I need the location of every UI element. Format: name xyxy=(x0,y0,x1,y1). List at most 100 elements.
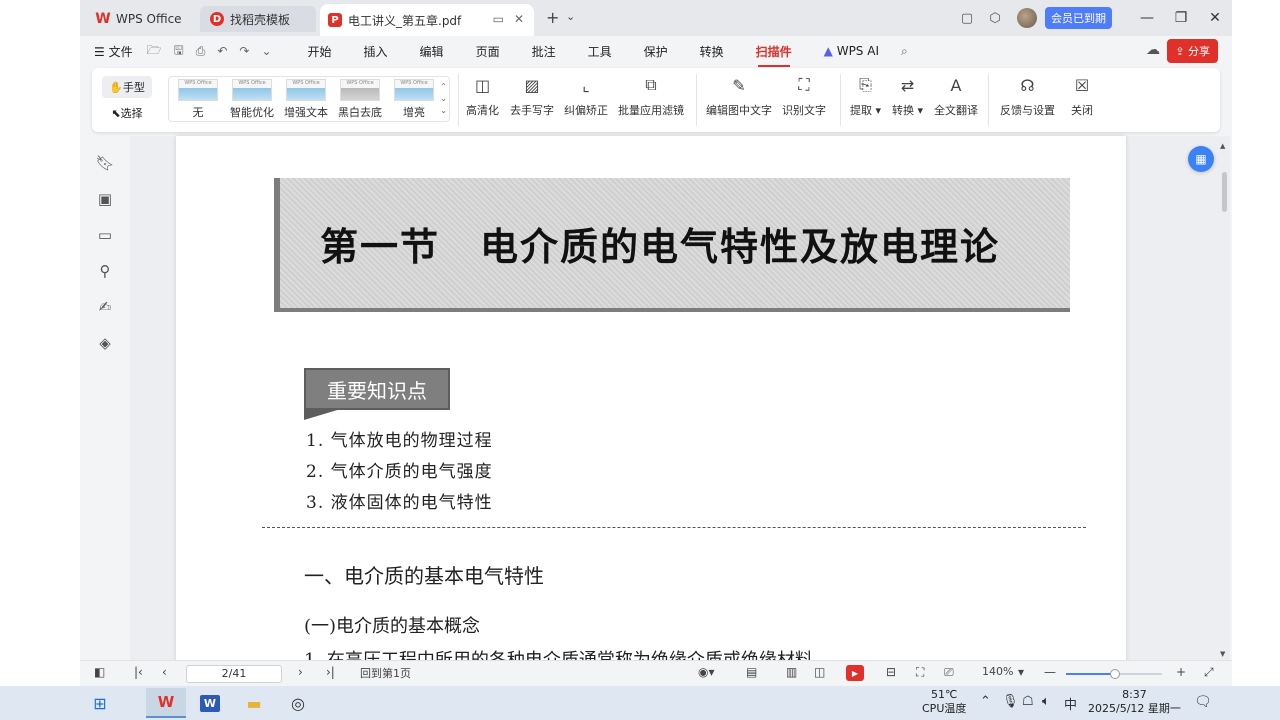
scroll-thumb[interactable] xyxy=(1222,172,1227,212)
window-layout-icon[interactable]: ▢ xyxy=(953,11,981,26)
zoom-level[interactable]: 140% xyxy=(982,665,1013,678)
zoom-out-icon[interactable]: — xyxy=(1044,665,1056,679)
start-button[interactable]: ⊞ xyxy=(80,688,120,718)
taskbar-wps[interactable]: W xyxy=(146,688,186,718)
cloud-upload-icon[interactable]: ☁ xyxy=(1146,42,1160,58)
attachment-icon[interactable]: ⚲ xyxy=(95,262,115,282)
search-icon[interactable]: ⌕ xyxy=(895,44,914,59)
filter-smart-optimize[interactable]: WPS Office 智能优化 xyxy=(225,79,279,120)
single-page-icon[interactable]: ▤ xyxy=(746,665,757,679)
float-tool-button[interactable]: ▦ xyxy=(1188,146,1214,172)
filter-bw[interactable]: WPS Office 黑白去底 xyxy=(333,79,387,120)
chevron-down-icon[interactable]: ⌄ xyxy=(566,10,575,23)
extract-button[interactable]: ⎘ 提取 ▾ xyxy=(850,74,881,118)
edit-image-text-button[interactable]: ✎ 编辑图中文字 xyxy=(706,74,772,118)
menu-comment[interactable]: 批注 xyxy=(516,43,572,60)
close-scan-button[interactable]: ☒ 关闭 xyxy=(1070,74,1094,118)
volume-icon[interactable]: 🔈︎ xyxy=(1042,694,1050,709)
translate-button[interactable]: A 全文翻译 xyxy=(934,74,978,118)
redo-icon[interactable]: ↷ xyxy=(233,44,255,58)
two-page-icon[interactable]: ◫ xyxy=(814,665,825,679)
save-icon[interactable]: 🖫 xyxy=(167,41,189,62)
tab-document[interactable]: P 电工讲义_第五章.pdf ▭ ✕ xyxy=(320,4,534,36)
gallery-scroll-icon[interactable]: ⌃ ⌄ ⌄ xyxy=(440,81,447,117)
new-tab-icon[interactable]: + xyxy=(546,8,559,27)
taskbar-word[interactable]: W xyxy=(190,688,230,718)
play-button[interactable]: ▶ xyxy=(846,665,864,681)
menu-tools[interactable]: 工具 xyxy=(572,43,628,60)
comment-icon[interactable]: ▭ xyxy=(95,226,115,246)
screen-icon[interactable]: ⎚ xyxy=(944,665,954,680)
menu-home[interactable]: 开始 xyxy=(292,43,348,60)
filter-none[interactable]: WPS Office 无 xyxy=(171,79,225,120)
vertical-scrollbar[interactable]: ▲ ▼ xyxy=(1220,140,1230,660)
menu-file[interactable]: ☰ 文件 xyxy=(80,43,141,60)
cube-icon[interactable]: ⬡ xyxy=(981,11,1009,26)
open-folder-icon[interactable]: 🗁 xyxy=(141,41,168,62)
network-icon[interactable]: ☖ xyxy=(1022,694,1034,709)
member-badge[interactable]: 会员已到期 xyxy=(1045,7,1112,29)
bookmark-icon[interactable]: 🔖︎ xyxy=(95,154,115,174)
layers-icon[interactable]: ◈ xyxy=(95,334,115,354)
ocr-button[interactable]: ⛶ 识别文字 xyxy=(782,74,826,118)
zoom-slider[interactable] xyxy=(1066,669,1162,679)
remove-handwriting-button[interactable]: ▨ 去手写字 xyxy=(510,74,554,118)
avatar[interactable] xyxy=(1017,8,1037,28)
select-mode-button[interactable]: ⬉ 选择 xyxy=(102,102,152,124)
document-viewport[interactable]: 第一节 电介质的电气特性及放电理论 重要知识点 1. 气体放电的物理过程 2. … xyxy=(130,136,1230,676)
tab-template[interactable]: D 找稻壳模板 xyxy=(200,6,316,32)
restore-button[interactable]: ❐ xyxy=(1164,10,1198,26)
close-window-button[interactable]: ✕ xyxy=(1198,10,1232,26)
quick-access-dropdown-icon[interactable]: ⌄ xyxy=(255,44,277,58)
page-number-input[interactable]: 2/41 xyxy=(186,665,282,683)
signature-icon[interactable]: ✍ xyxy=(95,298,115,318)
sidebar-toggle-icon[interactable]: ◧ xyxy=(94,665,105,679)
deskew-button[interactable]: ⌞ 纠偏矫正 xyxy=(564,74,608,118)
taskbar-file-explorer[interactable]: ▬ xyxy=(234,688,274,718)
tab-wps-home[interactable]: W WPS Office xyxy=(95,6,181,32)
hd-button[interactable]: ◫ 高清化 xyxy=(466,74,499,118)
menu-wps-ai[interactable]: ▲ WPS AI xyxy=(808,44,895,58)
fit-width-icon[interactable]: ⊟ xyxy=(886,665,896,679)
menu-edit[interactable]: 编辑 xyxy=(404,43,460,60)
hand-mode-button[interactable]: ✋ 手型 xyxy=(102,76,152,98)
zoom-slider-knob[interactable] xyxy=(1110,669,1120,679)
feedback-button[interactable]: ☊ 反馈与设置 xyxy=(1000,74,1055,118)
menu-insert[interactable]: 插入 xyxy=(348,43,404,60)
taskbar-obs[interactable]: ◎ xyxy=(278,688,318,718)
share-button[interactable]: ⇪ 分享 xyxy=(1167,39,1218,63)
eye-icon[interactable]: ◉▾ xyxy=(698,665,715,679)
menu-scan[interactable]: 扫描件 xyxy=(740,43,808,67)
ime-indicator[interactable]: 中 xyxy=(1064,694,1077,713)
filter-enhance-text[interactable]: WPS Office 增强文本 xyxy=(279,79,333,120)
filter-brighten[interactable]: WPS Office 增亮 xyxy=(387,79,441,120)
scroll-up-icon[interactable]: ▲ xyxy=(1220,142,1225,150)
batch-filter-button[interactable]: ⧉ 批量应用滤镜 xyxy=(618,74,684,118)
menu-page[interactable]: 页面 xyxy=(460,43,516,60)
cpu-temperature[interactable]: 51℃ CPU温度 xyxy=(922,688,966,716)
first-page-icon[interactable]: |‹ xyxy=(134,665,143,679)
undo-icon[interactable]: ↶ xyxy=(211,44,233,58)
next-page-icon[interactable]: › xyxy=(298,665,303,679)
fullscreen-icon[interactable]: ⤢ xyxy=(1204,665,1214,680)
last-page-icon[interactable]: ›| xyxy=(326,665,335,679)
menu-protect[interactable]: 保护 xyxy=(628,43,684,60)
minimize-button[interactable]: — xyxy=(1130,10,1164,26)
notification-icon[interactable]: 🗨︎ xyxy=(1194,694,1212,710)
tray-expand-icon[interactable]: ⌃ xyxy=(980,694,991,709)
menu-convert[interactable]: 转换 xyxy=(684,43,740,60)
print-icon[interactable]: ⎙ xyxy=(190,44,212,59)
thumbnail-icon[interactable]: ▣ xyxy=(95,190,115,210)
scroll-down-icon[interactable]: ▼ xyxy=(1220,650,1225,658)
tab-window-icon[interactable]: ▭ xyxy=(493,12,504,26)
system-clock[interactable]: 8:37 2025/5/12 星期一 xyxy=(1088,688,1181,716)
tab-close-icon[interactable]: ✕ xyxy=(514,12,524,26)
back-to-first-page-link[interactable]: 回到第1页 xyxy=(360,665,411,681)
microphone-icon[interactable]: 🎙︎ xyxy=(1002,694,1019,709)
continuous-page-icon[interactable]: ▥ xyxy=(786,665,797,679)
zoom-dropdown-icon[interactable]: ▾ xyxy=(1018,665,1024,679)
convert-button[interactable]: ⇄ 转换 ▾ xyxy=(892,74,923,118)
fit-page-icon[interactable]: ⛶ xyxy=(916,665,924,680)
zoom-in-icon[interactable]: + xyxy=(1176,665,1186,679)
prev-page-icon[interactable]: ‹ xyxy=(162,665,167,679)
